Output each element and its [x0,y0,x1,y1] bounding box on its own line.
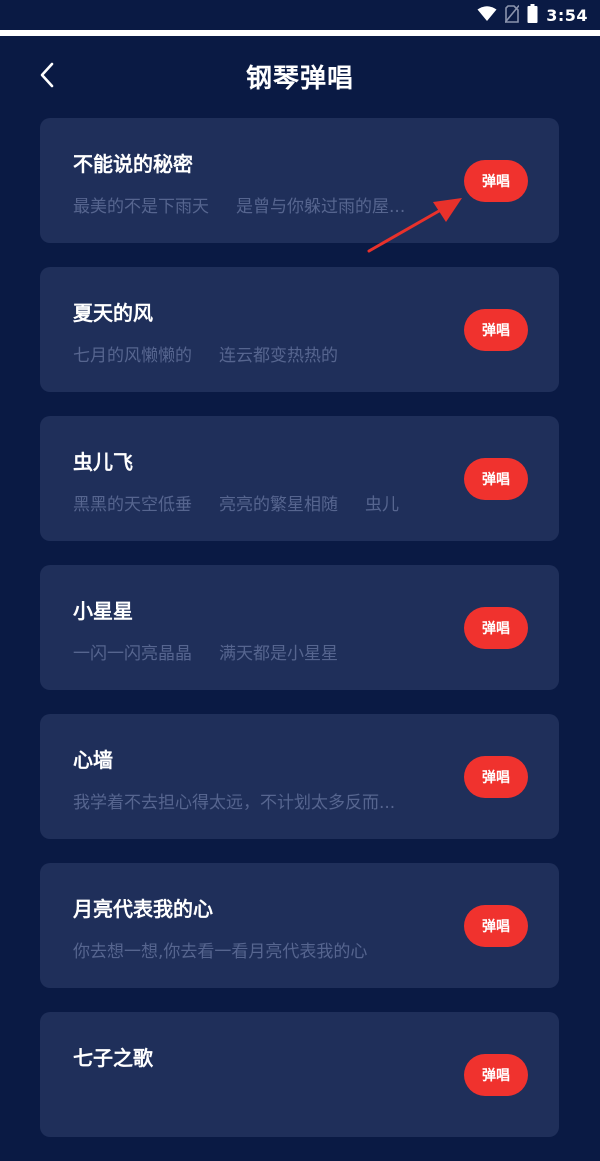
song-title: 小星星 [73,599,133,623]
song-card[interactable]: 月亮代表我的心 你去想一想,你去看一看月亮代表我的心 弹唱 [40,863,559,988]
no-sim-icon [504,4,520,27]
song-list: 不能说的秘密 最美的不是下雨天 是曾与你躲过雨的屋... 弹唱 夏天的风 七月的… [40,118,559,1161]
song-title: 夏天的风 [73,301,153,325]
sing-button[interactable]: 弹唱 [464,607,528,649]
song-lyric: 我学着不去担心得太远，不计划太多反而... [73,793,396,813]
battery-icon [527,4,538,27]
status-time: 3:54 [546,6,588,25]
song-lyric: 黑黑的天空低垂 亮亮的繁星相随 虫儿 [73,495,400,515]
sing-button[interactable]: 弹唱 [464,160,528,202]
wifi-icon [477,5,497,26]
song-title: 虫儿飞 [73,450,133,474]
status-icons: 3:54 [477,4,588,27]
song-card[interactable]: 夏天的风 七月的风懒懒的 连云都变热热的 弹唱 [40,267,559,392]
song-card[interactable]: 心墙 我学着不去担心得太远，不计划太多反而... 弹唱 [40,714,559,839]
sing-button[interactable]: 弹唱 [464,756,528,798]
song-lyric: 一闪一闪亮晶晶 满天都是小星星 [73,644,339,664]
sing-button[interactable]: 弹唱 [464,309,528,351]
song-lyric: 你去想一想,你去看一看月亮代表我的心 [73,942,368,962]
song-card[interactable]: 不能说的秘密 最美的不是下雨天 是曾与你躲过雨的屋... 弹唱 [40,118,559,243]
sing-button[interactable]: 弹唱 [464,458,528,500]
song-card[interactable]: 七子之歌 弹唱 [40,1012,559,1137]
sing-button[interactable]: 弹唱 [464,905,528,947]
song-card[interactable]: 虫儿飞 黑黑的天空低垂 亮亮的繁星相随 虫儿 弹唱 [40,416,559,541]
sing-button[interactable]: 弹唱 [464,1054,528,1096]
song-title: 心墙 [73,748,113,772]
song-lyric: 七月的风懒懒的 连云都变热热的 [73,346,339,366]
status-bar: 3:54 [0,0,600,30]
page-title: 钢琴弹唱 [245,64,354,94]
song-card[interactable]: 小星星 一闪一闪亮晶晶 满天都是小星星 弹唱 [40,565,559,690]
song-lyric: 最美的不是下雨天 是曾与你躲过雨的屋... [73,197,406,217]
song-title: 不能说的秘密 [73,152,193,176]
song-title: 月亮代表我的心 [73,897,213,921]
app-header: 钢琴弹唱 [0,36,600,118]
